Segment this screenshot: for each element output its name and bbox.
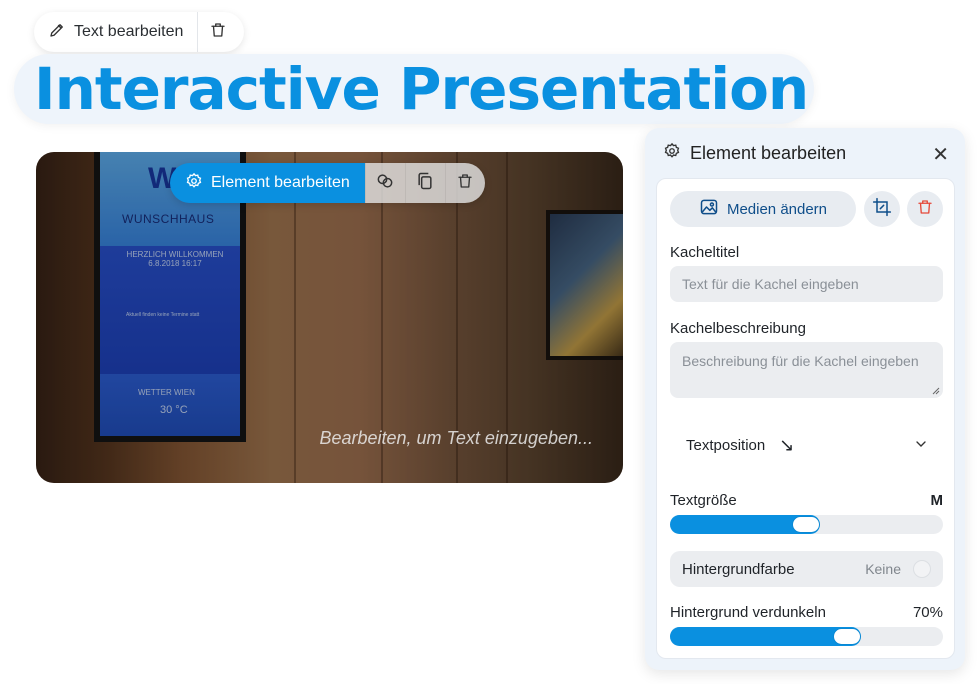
duplicate-button[interactable]: [404, 163, 445, 203]
darken-value: 70%: [912, 604, 943, 621]
crop-icon: [872, 197, 892, 222]
copy-icon: [415, 171, 435, 196]
edit-text-button[interactable]: Text bearbeiten: [34, 12, 197, 52]
tile-description-input[interactable]: Beschreibung für die Kachel eingeben: [670, 342, 943, 398]
chevron-down-icon: [913, 436, 929, 456]
text-position-label: Textposition: [686, 436, 766, 454]
text-toolbar: Text bearbeiten: [34, 12, 244, 52]
slider-fill: [670, 627, 861, 646]
tile-title-input[interactable]: Text für die Kachel eingeben: [670, 266, 943, 302]
change-media-button[interactable]: Medien ändern: [670, 191, 856, 227]
delete-media-button[interactable]: [907, 191, 943, 227]
text-position-select[interactable]: Textposition ↘: [670, 427, 943, 463]
pencil-icon: [48, 21, 66, 44]
text-size-value: M: [930, 492, 944, 509]
darken-label: Hintergrund verdunkeln: [670, 604, 826, 621]
page-title: Interactive Presentation: [34, 55, 809, 123]
panel-title: Element bearbeiten: [690, 142, 847, 163]
panel-header: Element bearbeiten ✕: [663, 142, 951, 167]
slider-knob[interactable]: [834, 629, 860, 644]
panel-body: Medien ändern Kacheltitel Text für die K…: [656, 178, 955, 659]
tile-description-placeholder: Beschreibung für die Kachel eingeben: [682, 353, 919, 369]
delete-element-button[interactable]: [444, 163, 485, 203]
change-media-label: Medien ändern: [726, 200, 828, 218]
edit-element-button[interactable]: Element bearbeiten: [170, 163, 365, 203]
element-settings-panel: Element bearbeiten ✕ Medien ändern Kache…: [645, 128, 965, 670]
text-size-slider[interactable]: [670, 515, 943, 534]
trash-icon: [209, 21, 227, 44]
background-color-value: Keine: [865, 561, 901, 577]
crop-button[interactable]: [864, 191, 900, 227]
background-color-label: Hintergrundfarbe: [682, 560, 795, 578]
close-icon[interactable]: ✕: [932, 142, 949, 167]
tile-description-label: Kachelbeschreibung: [670, 320, 806, 337]
link-button[interactable]: [364, 163, 405, 203]
trash-icon: [456, 172, 474, 195]
background-color-row[interactable]: Hintergrundfarbe Keine: [670, 551, 943, 587]
resize-handle-icon[interactable]: [932, 387, 940, 395]
element-toolbar: Element bearbeiten: [170, 163, 485, 203]
trash-icon: [916, 198, 934, 221]
tile-title-label: Kacheltitel: [670, 244, 740, 261]
text-size-row: Textgröße M: [670, 492, 943, 509]
edit-element-label: Element bearbeiten: [211, 174, 350, 191]
gear-icon: [185, 172, 203, 195]
image-icon: [699, 197, 719, 221]
slider-knob[interactable]: [793, 517, 819, 532]
tile-text-placeholder[interactable]: Bearbeiten, um Text einzugeben...: [319, 428, 593, 449]
arrow-down-right-icon: ↘: [779, 434, 795, 455]
editor-canvas: Text bearbeiten Interactive Presentation…: [0, 0, 978, 684]
color-swatch[interactable]: [913, 560, 931, 578]
delete-text-button[interactable]: [198, 12, 238, 52]
edit-text-label: Text bearbeiten: [74, 23, 184, 40]
gear-icon: [663, 142, 681, 165]
title-block[interactable]: Interactive Presentation: [14, 54, 814, 124]
link-icon: [375, 171, 395, 196]
darken-slider[interactable]: [670, 627, 943, 646]
darken-row: Hintergrund verdunkeln 70%: [670, 604, 943, 621]
text-size-label: Textgröße: [670, 492, 737, 509]
